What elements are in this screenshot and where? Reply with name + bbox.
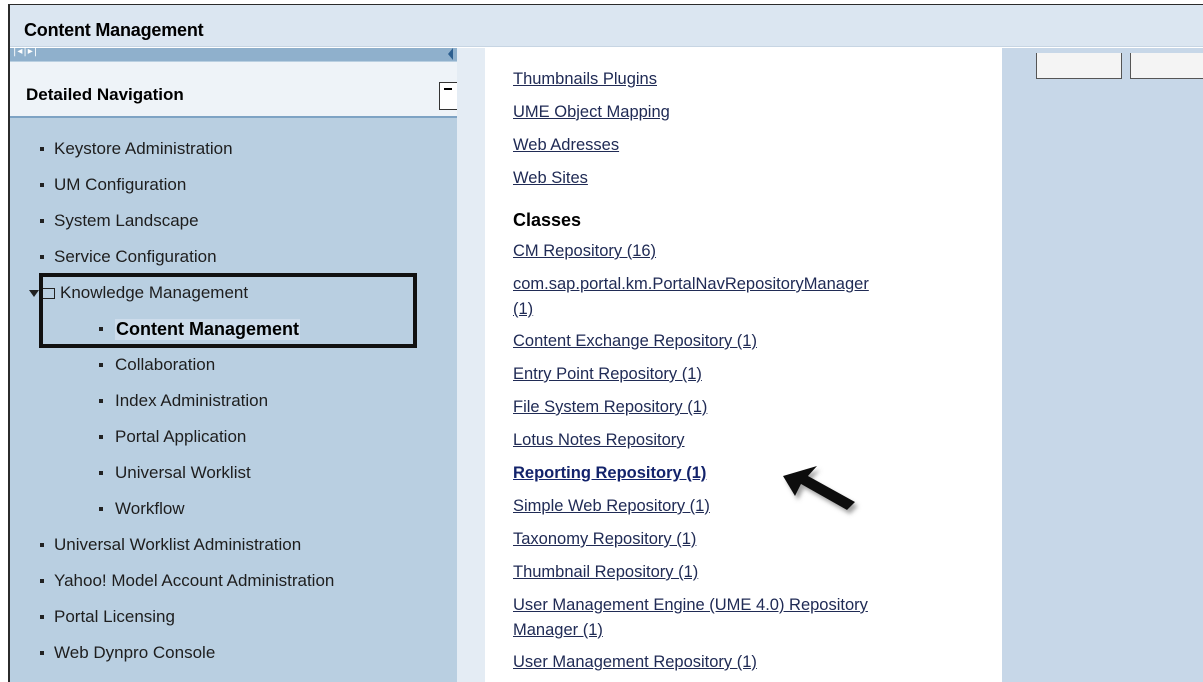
sidebar-item-collaboration[interactable]: Collaboration bbox=[99, 350, 215, 380]
bullet-icon bbox=[40, 147, 44, 151]
bullet-icon bbox=[40, 543, 44, 547]
collapse-triangle-icon[interactable] bbox=[448, 48, 453, 60]
sidebar-item-web-dynpro-console[interactable]: Web Dynpro Console bbox=[40, 638, 215, 668]
link-thumbnail-repository[interactable]: Thumbnail Repository (1) bbox=[513, 561, 698, 583]
sidebar-item-label: Service Configuration bbox=[54, 247, 217, 266]
window-frame: Content Management |◂|▸| Detailed Naviga… bbox=[8, 4, 1203, 682]
collapse-strip[interactable]: |◂|▸| bbox=[10, 48, 457, 61]
bullet-icon bbox=[40, 615, 44, 619]
menu-icon[interactable] bbox=[439, 82, 457, 110]
link-thumbnails-plugins[interactable]: Thumbnails Plugins bbox=[513, 68, 657, 90]
link-ume-repository-manager[interactable]: User Management Engine (UME 4.0) Reposit… bbox=[513, 594, 868, 616]
sidebar-item-universal-worklist[interactable]: Universal Worklist bbox=[99, 458, 251, 488]
link-portal-nav-repository-manager[interactable]: com.sap.portal.km.PortalNavRepositoryMan… bbox=[513, 273, 869, 295]
expand-arrow-icon[interactable] bbox=[29, 289, 39, 297]
link-ume-repository-manager-cont[interactable]: Manager (1) bbox=[513, 619, 603, 641]
link-web-sites[interactable]: Web Sites bbox=[513, 167, 588, 189]
collapse-arrows-icon[interactable]: |◂|▸| bbox=[13, 48, 38, 57]
bullet-icon bbox=[99, 399, 103, 403]
bullet-icon bbox=[99, 435, 103, 439]
main-content: Thumbnails Plugins UME Object Mapping We… bbox=[485, 48, 1002, 682]
sidebar-item-label: Keystore Administration bbox=[54, 139, 233, 158]
sidebar-item-label: Portal Application bbox=[115, 427, 247, 446]
bullet-icon bbox=[40, 183, 44, 187]
link-web-adresses[interactable]: Web Adresses bbox=[513, 134, 619, 156]
link-lotus-notes-repository[interactable]: Lotus Notes Repository bbox=[513, 429, 685, 451]
nav-header-title: Detailed Navigation bbox=[26, 85, 184, 104]
bullet-icon bbox=[99, 507, 103, 511]
sidebar-item-label: Index Administration bbox=[115, 391, 269, 410]
title-bar: Content Management bbox=[10, 5, 1203, 47]
link-user-management-repository[interactable]: User Management Repository (1) bbox=[513, 651, 757, 673]
highlight-annotation-box bbox=[39, 273, 417, 348]
sidebar-item-portal-application[interactable]: Portal Application bbox=[99, 422, 246, 452]
link-entry-point-repository[interactable]: Entry Point Repository (1) bbox=[513, 363, 702, 385]
sidebar-item-label: Universal Worklist Administration bbox=[54, 535, 302, 554]
link-simple-web-repository[interactable]: Simple Web Repository (1) bbox=[513, 495, 710, 517]
detailed-navigation-panel: |◂|▸| Detailed Navigation Keystore Admin… bbox=[10, 48, 457, 682]
bullet-icon bbox=[40, 579, 44, 583]
link-portal-nav-repository-manager-count[interactable]: (1) bbox=[513, 298, 533, 320]
sidebar-item-index-administration[interactable]: Index Administration bbox=[99, 386, 268, 416]
bullet-icon bbox=[40, 255, 44, 259]
sidebar-item-um-configuration[interactable]: UM Configuration bbox=[40, 170, 186, 200]
sidebar-item-universal-worklist-administration[interactable]: Universal Worklist Administration bbox=[40, 530, 301, 560]
bullet-icon bbox=[40, 651, 44, 655]
link-taxonomy-repository[interactable]: Taxonomy Repository (1) bbox=[513, 528, 696, 550]
classes-heading: Classes bbox=[513, 210, 582, 230]
sidebar-item-system-landscape[interactable]: System Landscape bbox=[40, 206, 199, 236]
sidebar-item-label: UM Configuration bbox=[54, 175, 187, 194]
sidebar-item-portal-licensing[interactable]: Portal Licensing bbox=[40, 602, 175, 632]
sidebar-item-workflow[interactable]: Workflow bbox=[99, 494, 185, 524]
sidebar-item-label: Collaboration bbox=[115, 355, 216, 374]
nav-header: Detailed Navigation bbox=[10, 62, 457, 118]
link-cm-repository[interactable]: CM Repository (16) bbox=[513, 240, 656, 262]
link-content-exchange-repository[interactable]: Content Exchange Repository (1) bbox=[513, 330, 757, 352]
bullet-icon bbox=[99, 363, 103, 367]
link-file-system-repository[interactable]: File System Repository (1) bbox=[513, 396, 707, 418]
sidebar-item-keystore-administration[interactable]: Keystore Administration bbox=[40, 134, 233, 164]
toolbar-button-2[interactable] bbox=[1130, 53, 1203, 79]
sidebar-item-service-configuration[interactable]: Service Configuration bbox=[40, 242, 217, 272]
link-reporting-repository[interactable]: Reporting Repository (1) bbox=[513, 462, 706, 484]
sidebar-item-label: Yahoo! Model Account Administration bbox=[54, 571, 335, 590]
bullet-icon bbox=[99, 471, 103, 475]
right-panel bbox=[1002, 48, 1203, 682]
sidebar-item-label: Workflow bbox=[115, 499, 185, 518]
sidebar-item-label: System Landscape bbox=[54, 211, 199, 230]
link-ume-object-mapping[interactable]: UME Object Mapping bbox=[513, 101, 670, 123]
sidebar-item-label: Portal Licensing bbox=[54, 607, 175, 626]
sidebar-item-label: Web Dynpro Console bbox=[54, 643, 216, 662]
window-title: Content Management bbox=[24, 20, 204, 40]
sidebar-item-yahoo-model-account-administration[interactable]: Yahoo! Model Account Administration bbox=[40, 566, 334, 596]
bullet-icon bbox=[40, 219, 44, 223]
pointer-arrow-icon bbox=[783, 466, 855, 510]
sidebar-item-label: Universal Worklist bbox=[115, 463, 251, 482]
toolbar-button-1[interactable] bbox=[1036, 53, 1122, 79]
content-gutter bbox=[457, 48, 485, 682]
